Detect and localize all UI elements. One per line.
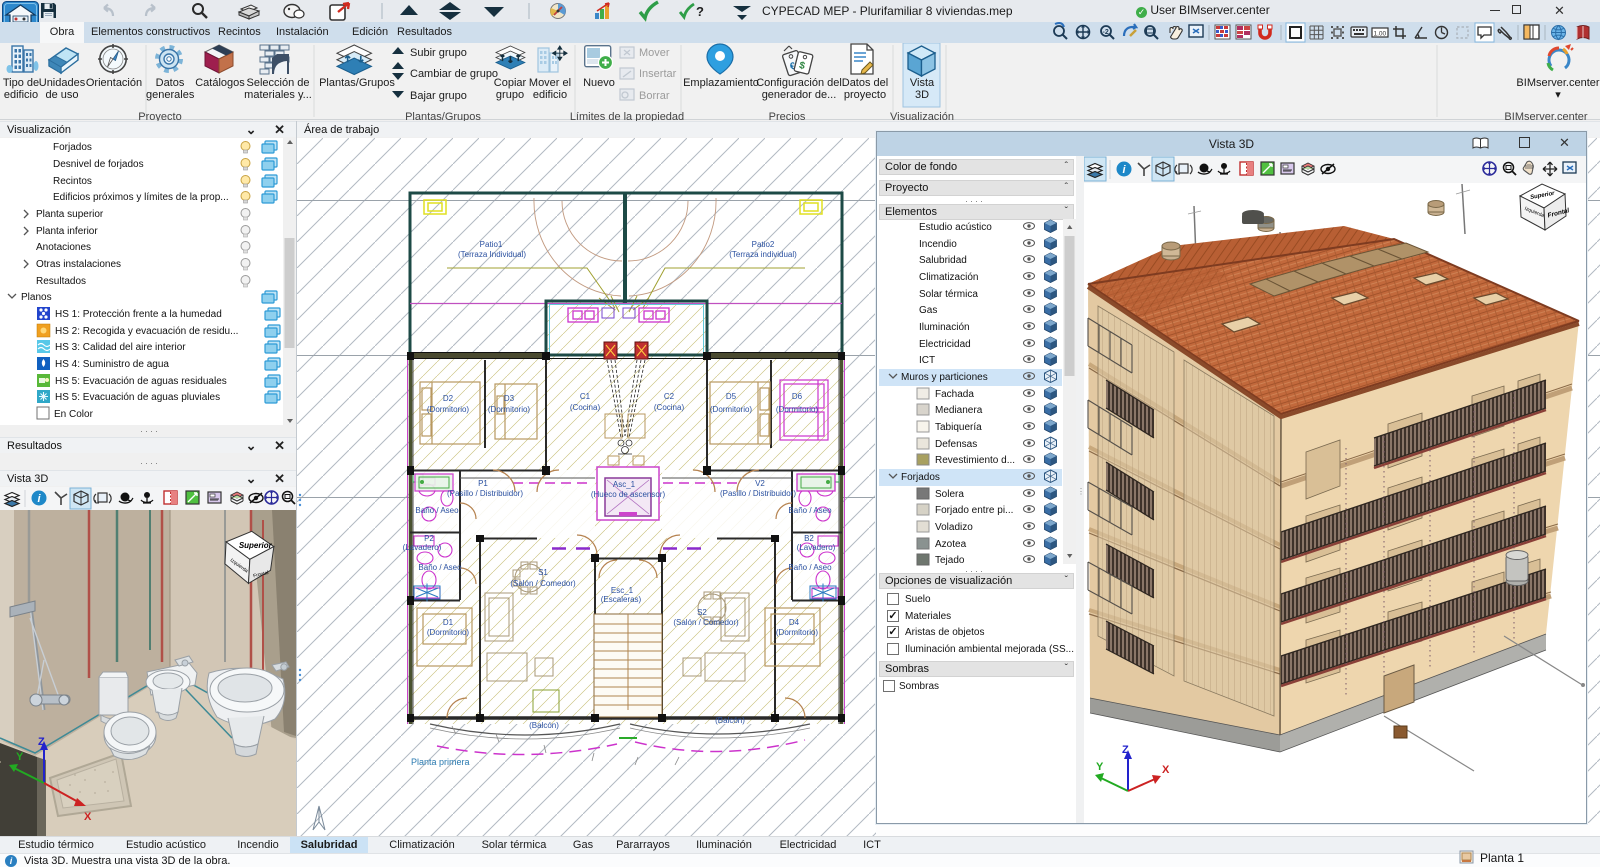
svg-text:Patio1: Patio1 [480, 240, 503, 249]
svg-text:S2: S2 [697, 608, 707, 617]
svg-text:(Terraza individual): (Terraza individual) [729, 250, 797, 259]
svg-text:(Dormitorio): (Dormitorio) [776, 405, 819, 414]
svg-text:S1: S1 [538, 568, 548, 577]
svg-text:Y: Y [16, 751, 24, 763]
svg-text:-2: -2 [1103, 29, 1109, 36]
svg-text:Y: Y [1096, 761, 1104, 773]
svg-text:(Lavadero): (Lavadero) [797, 543, 836, 552]
svg-text:Baño / Aseo: Baño / Aseo [788, 563, 832, 572]
svg-text:P1: P1 [478, 479, 488, 488]
svg-text:D2: D2 [443, 394, 454, 403]
svg-text:Esc_1: Esc_1 [611, 586, 634, 595]
svg-text:(Dormitorio): (Dormitorio) [776, 628, 819, 637]
svg-text:B2: B2 [804, 534, 814, 543]
svg-text:D4: D4 [789, 618, 800, 627]
svg-text:(Salón / Comedor): (Salón / Comedor) [673, 618, 739, 627]
svg-text:(Dormitorio): (Dormitorio) [427, 405, 470, 414]
svg-text:(Terraza Individual): (Terraza Individual) [458, 250, 526, 259]
svg-text:D5: D5 [726, 392, 737, 401]
svg-text:Z: Z [38, 736, 45, 748]
svg-text:(Balcón): (Balcón) [529, 721, 559, 730]
svg-text:(Lavadero): (Lavadero) [403, 543, 442, 552]
svg-text:(Pasillo / Distribuidor): (Pasillo / Distribuidor) [447, 489, 523, 498]
svg-text:V2: V2 [755, 479, 765, 488]
svg-text:(Balcón): (Balcón) [715, 716, 745, 725]
svg-text:(Salón / Comedor): (Salón / Comedor) [510, 579, 576, 588]
svg-text:C1: C1 [580, 392, 591, 401]
svg-text:Planta primera: Planta primera [411, 757, 470, 767]
svg-text:(Hueco de ascensor): (Hueco de ascensor) [591, 490, 666, 499]
svg-text:1.00: 1.00 [1374, 31, 1387, 38]
svg-text:(Cocina): (Cocina) [570, 403, 601, 412]
svg-text:Z: Z [1122, 744, 1129, 756]
svg-text:P2: P2 [424, 534, 434, 543]
svg-text:Asc_1: Asc_1 [613, 480, 636, 489]
svg-text:Baño / Aseo: Baño / Aseo [415, 506, 459, 515]
svg-text:D1: D1 [443, 618, 454, 627]
svg-text:?: ? [696, 4, 704, 19]
svg-text:Baño / Aseo: Baño / Aseo [788, 506, 832, 515]
svg-text:Baño / Aseo: Baño / Aseo [418, 563, 462, 572]
svg-text:(Dormitorio): (Dormitorio) [488, 405, 531, 414]
svg-text:(Escaleras): (Escaleras) [601, 595, 642, 604]
svg-text:(Pasillo / Distribuidor): (Pasillo / Distribuidor) [720, 489, 796, 498]
svg-text:C2: C2 [664, 392, 675, 401]
svg-text:(Dormitorio): (Dormitorio) [710, 405, 753, 414]
svg-text:D6: D6 [792, 392, 803, 401]
svg-text:X: X [84, 811, 92, 823]
svg-text:D3: D3 [504, 394, 515, 403]
svg-text:(Cocina): (Cocina) [654, 403, 685, 412]
svg-text:(Dormitorio): (Dormitorio) [427, 628, 470, 637]
svg-text:Patio2: Patio2 [752, 240, 775, 249]
svg-text:X: X [1162, 764, 1170, 776]
svg-text:Superior: Superior [239, 541, 273, 550]
